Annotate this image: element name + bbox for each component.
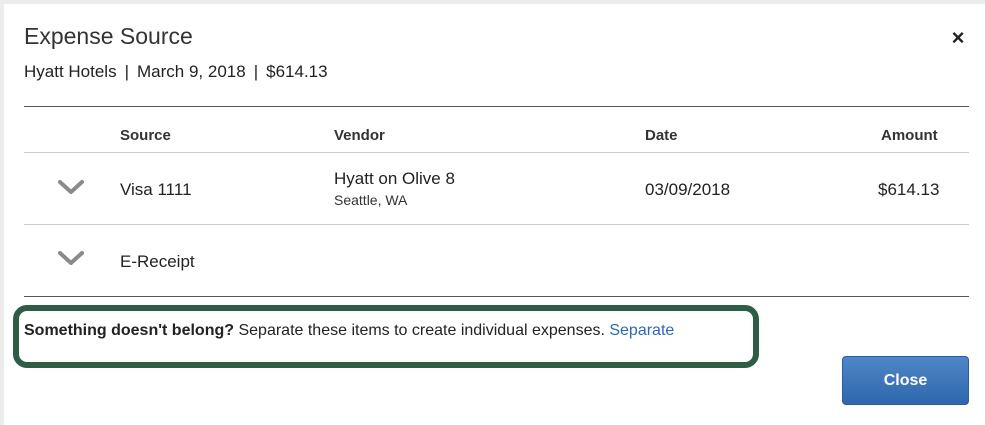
separate-notice: Something doesn't belong? Separate these… — [24, 322, 674, 340]
column-header-vendor: Vendor — [334, 127, 385, 144]
expense-amount: $614.13 — [266, 62, 328, 81]
row-amount: $614.13 — [878, 180, 940, 199]
column-header-source: Source — [120, 127, 171, 144]
chevron-down-icon[interactable] — [58, 251, 84, 267]
column-header-date: Date — [645, 127, 678, 144]
row-date: 03/09/2018 — [645, 180, 731, 199]
notice-text: Separate these items to create individua… — [238, 322, 605, 339]
expense-date: March 9, 2018 — [137, 62, 246, 81]
dialog-title: Expense Source — [24, 23, 193, 49]
subtitle-separator: | — [124, 62, 130, 81]
merchant-name: Hyatt Hotels — [24, 62, 117, 81]
table-bottom-divider — [24, 296, 969, 297]
chevron-down-icon[interactable] — [58, 180, 84, 196]
header-bottom-divider — [24, 152, 969, 153]
column-header-amount: Amount — [881, 127, 938, 144]
expense-source-dialog: Expense Source Hyatt Hotels | March 9, 201… — [4, 4, 985, 425]
notice-bold-text: Something doesn't belong? — [24, 322, 235, 339]
row-vendor: Hyatt on Olive 8 — [334, 169, 455, 188]
row-vendor-location: Seattle, WA — [334, 192, 408, 208]
separate-link[interactable]: Separate — [609, 322, 674, 339]
row-source: E-Receipt — [120, 252, 195, 271]
subtitle-separator: | — [253, 62, 259, 81]
row-divider — [24, 224, 969, 225]
close-button[interactable]: Close — [842, 356, 969, 405]
row-source: Visa 1111 — [120, 180, 192, 199]
dialog-subtitle: Hyatt Hotels | March 9, 2018 | $614.13 — [24, 62, 328, 82]
header-top-divider — [24, 106, 969, 107]
close-icon[interactable]: × — [948, 27, 968, 49]
